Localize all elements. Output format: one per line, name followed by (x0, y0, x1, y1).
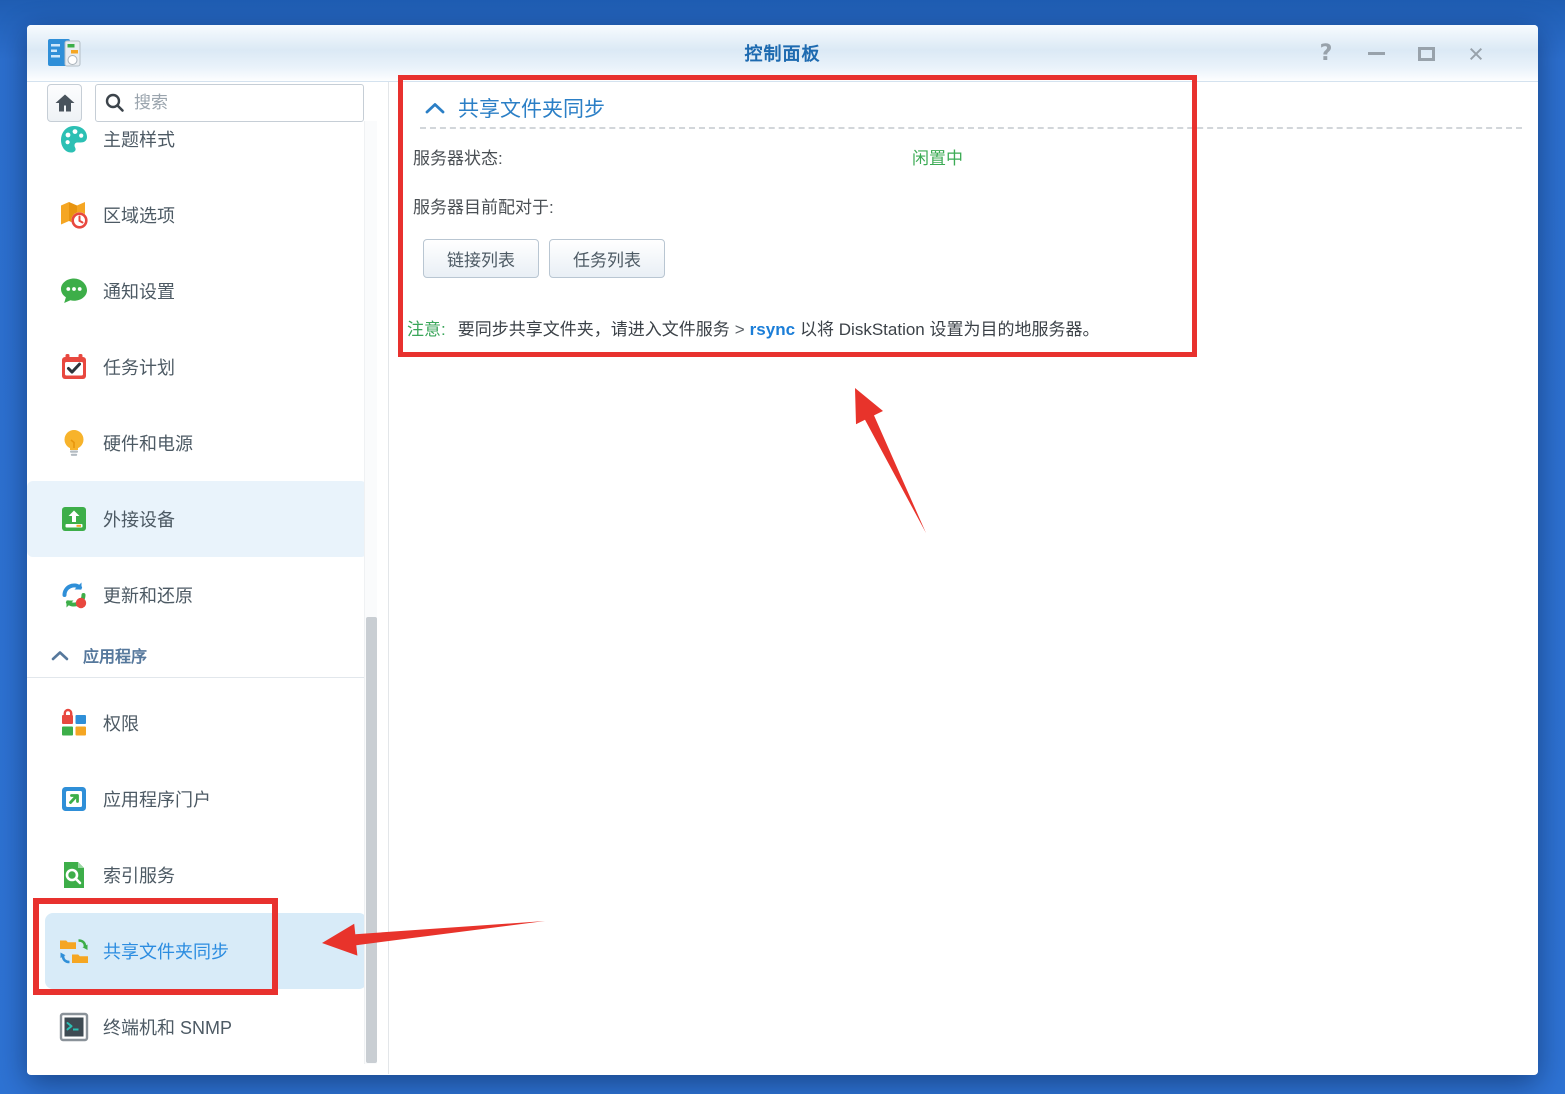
close-button[interactable]: × (1466, 40, 1486, 67)
sidebar-item-label: 外接设备 (103, 510, 175, 530)
sidebar-item-label: 通知设置 (103, 282, 175, 302)
sidebar-list: 主题样式 区域选项 通知设置 任务计划 硬件和电源 外接设备 更新和还原 应用程… (27, 121, 371, 1074)
sidebar: 主题样式 区域选项 通知设置 (27, 82, 389, 1074)
sidebar-item-label: 区域选项 (103, 206, 175, 226)
maximize-icon (1417, 46, 1435, 61)
collapse-chevron-icon[interactable] (425, 102, 445, 114)
doc-search-icon (58, 859, 90, 891)
sidebar-item-shared-folder-sync[interactable]: 共享文件夹同步 (45, 913, 367, 989)
minimize-button[interactable] (1366, 43, 1386, 65)
sidebar-item-label: 索引服务 (103, 866, 175, 886)
scrollbar-thumb[interactable] (366, 617, 377, 1063)
sidebar-item-label: 更新和还原 (103, 586, 193, 606)
sidebar-item-application-portal[interactable]: 应用程序门户 (27, 761, 371, 837)
terminal-icon (58, 1011, 90, 1043)
search-icon (104, 92, 126, 114)
sidebar-item-label: 共享文件夹同步 (103, 942, 229, 962)
note-gt: > (734, 320, 745, 339)
server-paired-label: 服务器目前配对于: (413, 198, 554, 217)
rsync-link[interactable]: rsync (750, 320, 795, 339)
sidebar-scrollbar[interactable] (364, 121, 377, 1064)
sidebar-section-applications[interactable]: 应用程序 (27, 633, 371, 678)
maximize-button[interactable] (1416, 43, 1436, 65)
home-icon (53, 91, 77, 115)
window-title: 控制面板 (744, 44, 821, 64)
lightbulb-icon (58, 427, 90, 459)
sidebar-item-label: 终端机和 SNMP (103, 1018, 233, 1038)
control-panel-app-icon (46, 37, 84, 69)
control-panel-window: 控制面板 ? × 搜索 主题样式 区域选项 通知设置 任务计划 硬件和电源 外接… (27, 25, 1538, 1075)
sidebar-item-regional-options[interactable]: 区域选项 (27, 177, 371, 253)
calendar-check-icon (58, 351, 90, 383)
sidebar-item-label: 主题样式 (103, 130, 175, 150)
sidebar-item-label: 硬件和电源 (103, 434, 193, 454)
search-box[interactable] (95, 84, 364, 122)
home-button[interactable] (47, 84, 82, 122)
grid-lock-icon (58, 707, 90, 739)
sidebar-section-label: 应用程序 (83, 649, 148, 666)
sidebar-item-external-devices[interactable]: 外接设备 (27, 481, 367, 557)
help-button[interactable]: ? (1316, 41, 1336, 66)
folder-sync-icon (58, 935, 90, 967)
sidebar-item-label: 任务计划 (103, 358, 175, 378)
search-input[interactable] (134, 93, 355, 113)
note-prefix: 注意: (407, 320, 446, 339)
main-panel: 共享文件夹同步 服务器状态: 闲置中 服务器目前配对于: 链接列表 任务列表 注… (389, 82, 1538, 1074)
minimize-icon (1367, 52, 1385, 55)
chat-bubble-icon (58, 275, 90, 307)
sidebar-item-notification-settings[interactable]: 通知设置 (27, 253, 371, 329)
desktop-background: 控制面板 ? × 搜索 主题样式 区域选项 通知设置 任务计划 硬件和电源 外接… (0, 0, 1565, 1094)
titlebar[interactable]: 控制面板 ? × (27, 25, 1538, 82)
palette-icon (58, 123, 90, 155)
sidebar-item-hardware-power[interactable]: 硬件和电源 (27, 405, 371, 481)
server-status-value: 闲置中 (912, 149, 963, 168)
sidebar-item-privileges[interactable]: 权限 (27, 685, 371, 761)
server-status-label: 服务器状态: (413, 149, 503, 168)
window-controls: ? × (1316, 25, 1486, 82)
external-device-icon (58, 503, 90, 535)
sidebar-item-update-restore[interactable]: 更新和还原 (27, 557, 371, 633)
note-text: 注意: 要同步共享文件夹，请进入文件服务 > rsync 以将 DiskStation … (407, 315, 1104, 340)
section-title: 共享文件夹同步 (458, 98, 605, 121)
sidebar-item-task-scheduler[interactable]: 任务计划 (27, 329, 371, 405)
note-body-after: 以将 DiskStation 设置为目的地服务器。 (800, 320, 1100, 339)
sync-arrows-icon (58, 579, 90, 611)
sidebar-item-indexing-service[interactable]: 索引服务 (27, 837, 371, 913)
map-clock-icon (58, 199, 90, 231)
section-divider (420, 127, 1522, 129)
chevron-up-icon (51, 650, 69, 661)
sidebar-item-label: 权限 (103, 714, 139, 734)
sidebar-item-terminal-snmp[interactable]: 终端机和 SNMP (27, 989, 371, 1065)
portal-arrow-icon (58, 783, 90, 815)
sidebar-item-label: 应用程序门户 (103, 790, 211, 810)
link-list-button[interactable]: 链接列表 (423, 239, 539, 278)
note-body-before: 要同步共享文件夹，请进入文件服务 (457, 320, 730, 339)
task-list-button[interactable]: 任务列表 (549, 239, 665, 278)
sidebar-item-theme-style[interactable]: 主题样式 (27, 121, 371, 177)
